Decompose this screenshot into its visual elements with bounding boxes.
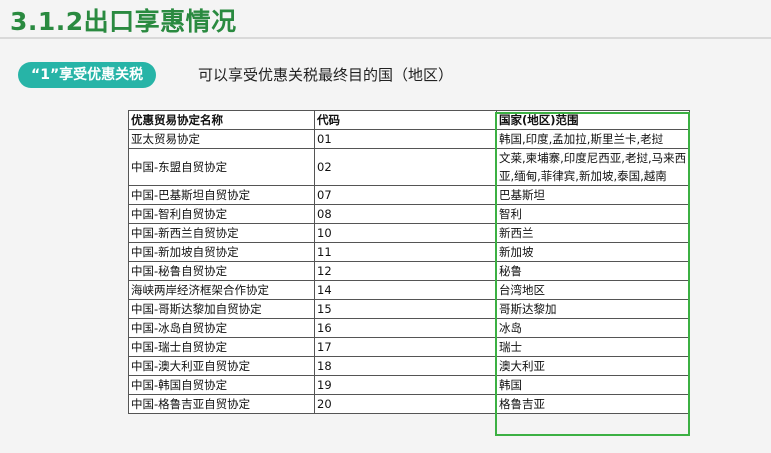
cell-country-scope: 冰岛	[496, 318, 690, 338]
cell-agreement-name: 中国-智利自贸协定	[128, 204, 315, 224]
title-bar: 3.1.2出口享惠情况	[0, 0, 771, 40]
agreements-table: 优惠贸易协定名称 代码 国家(地区)范围 亚太贸易协定 01 韩国,印度,孟加拉,斯…	[128, 110, 690, 414]
cell-code: 08	[314, 204, 497, 224]
cell-country-scope: 新加坡	[496, 242, 690, 262]
cell-code: 16	[314, 318, 497, 338]
section-pill: “1”享受优惠关税	[18, 62, 157, 88]
cell-country-scope: 韩国,印度,孟加拉,斯里兰卡,老挝	[496, 129, 690, 149]
cell-agreement-name: 海峡两岸经济框架合作协定	[128, 280, 315, 300]
table-row: 中国-冰岛自贸协定 16 冰岛	[128, 318, 690, 338]
table-row: 亚太贸易协定 01 韩国,印度,孟加拉,斯里兰卡,老挝	[128, 129, 690, 149]
cell-country-scope: 瑞士	[496, 337, 690, 357]
cell-code: 07	[314, 185, 497, 205]
cell-code: 10	[314, 223, 497, 243]
cell-country-scope: 智利	[496, 204, 690, 224]
cell-agreement-name: 中国-东盟自贸协定	[128, 148, 315, 186]
table-row: 中国-新加坡自贸协定 11 新加坡	[128, 242, 690, 262]
cell-code: 01	[314, 129, 497, 149]
cell-code: 18	[314, 356, 497, 376]
table-row: 中国-新西兰自贸协定 10 新西兰	[128, 223, 690, 243]
cell-agreement-name: 中国-新西兰自贸协定	[128, 223, 315, 243]
header-code: 代码	[314, 110, 497, 130]
cell-code: 15	[314, 299, 497, 319]
cell-country-scope: 格鲁吉亚	[496, 394, 690, 414]
cell-country-scope: 秘鲁	[496, 261, 690, 281]
cell-code: 20	[314, 394, 497, 414]
cell-agreement-name: 中国-哥斯达黎加自贸协定	[128, 299, 315, 319]
cell-code: 14	[314, 280, 497, 300]
cell-agreement-name: 中国-冰岛自贸协定	[128, 318, 315, 338]
cell-agreement-name: 中国-瑞士自贸协定	[128, 337, 315, 357]
page-title: 3.1.2出口享惠情况	[10, 7, 237, 36]
cell-agreement-name: 中国-秘鲁自贸协定	[128, 261, 315, 281]
table-row: 中国-格鲁吉亚自贸协定 20 格鲁吉亚	[128, 394, 690, 414]
cell-code: 19	[314, 375, 497, 395]
cell-agreement-name: 中国-新加坡自贸协定	[128, 242, 315, 262]
cell-code: 02	[314, 148, 497, 186]
cell-agreement-name: 中国-巴基斯坦自贸协定	[128, 185, 315, 205]
cell-agreement-name: 亚太贸易协定	[128, 129, 315, 149]
table-header-row: 优惠贸易协定名称 代码 国家(地区)范围	[128, 110, 690, 130]
cell-country-scope: 巴基斯坦	[496, 185, 690, 205]
cell-country-scope: 哥斯达黎加	[496, 299, 690, 319]
cell-agreement-name: 中国-格鲁吉亚自贸协定	[128, 394, 315, 414]
table-row: 中国-韩国自贸协定 19 韩国	[128, 375, 690, 395]
table-row: 中国-东盟自贸协定 02 文莱,柬埔寨,印度尼西亚,老挝,马来西亚,缅甸,菲律宾,新…	[128, 148, 690, 186]
cell-code: 11	[314, 242, 497, 262]
cell-agreement-name: 中国-澳大利亚自贸协定	[128, 356, 315, 376]
table-row: 中国-智利自贸协定 08 智利	[128, 204, 690, 224]
cell-country-scope: 澳大利亚	[496, 356, 690, 376]
cell-code: 17	[314, 337, 497, 357]
header-agreement-name: 优惠贸易协定名称	[128, 110, 315, 130]
table-row: 中国-澳大利亚自贸协定 18 澳大利亚	[128, 356, 690, 376]
table-row: 中国-秘鲁自贸协定 12 秘鲁	[128, 261, 690, 281]
title-divider	[0, 37, 771, 39]
cell-agreement-name: 中国-韩国自贸协定	[128, 375, 315, 395]
cell-country-scope: 新西兰	[496, 223, 690, 243]
table-row: 中国-哥斯达黎加自贸协定 15 哥斯达黎加	[128, 299, 690, 319]
cell-country-scope: 台湾地区	[496, 280, 690, 300]
cell-code: 12	[314, 261, 497, 281]
cell-country-scope: 文莱,柬埔寨,印度尼西亚,老挝,马来西亚,缅甸,菲律宾,新加坡,泰国,越南	[496, 148, 690, 186]
table-row: 海峡两岸经济框架合作协定 14 台湾地区	[128, 280, 690, 300]
table-row: 中国-巴基斯坦自贸协定 07 巴基斯坦	[128, 185, 690, 205]
section-description: 可以享受优惠关税最终目的国（地区）	[198, 66, 454, 84]
cell-country-scope: 韩国	[496, 375, 690, 395]
header-country-scope: 国家(地区)范围	[496, 110, 690, 130]
table-row: 中国-瑞士自贸协定 17 瑞士	[128, 337, 690, 357]
agreements-table-container: 优惠贸易协定名称 代码 国家(地区)范围 亚太贸易协定 01 韩国,印度,孟加拉,斯…	[128, 110, 690, 414]
